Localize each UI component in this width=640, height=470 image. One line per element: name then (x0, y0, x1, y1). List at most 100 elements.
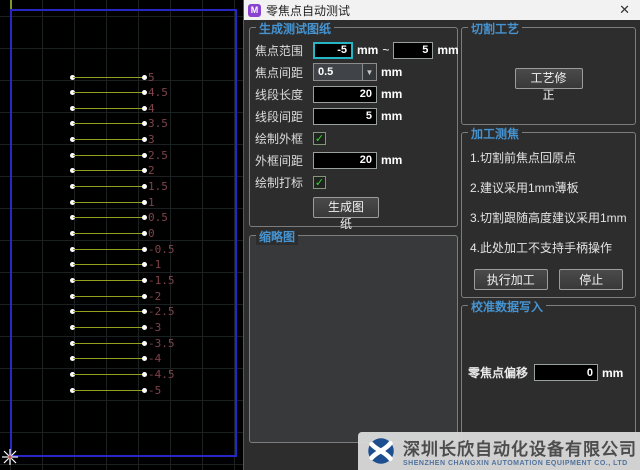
focus-note-4: 4.此处加工不支持手柄操作 (470, 239, 627, 256)
process-fix-button[interactable]: 工艺修正 (515, 68, 583, 89)
dialog-body: 生成测试图纸 焦点范围 mm ~ mm 焦点间距 0.5 ▼ (244, 20, 640, 470)
unit-mm: mm (381, 153, 402, 167)
test-line-label: -2 (148, 290, 161, 303)
company-logo-icon (364, 434, 398, 468)
group-title: 切割工艺 (468, 20, 522, 37)
group-title: 加工测焦 (468, 125, 522, 142)
test-line-label: -4.5 (148, 368, 175, 381)
draw-frame-checkbox[interactable]: ✓ (313, 132, 326, 145)
test-line-label: -3 (148, 321, 161, 334)
test-line-segment (73, 249, 144, 250)
group-title: 校准数据写入 (468, 298, 546, 315)
test-line-label: 3 (148, 133, 155, 146)
test-line-label: -3.5 (148, 337, 175, 350)
test-line-label: 0.5 (148, 211, 168, 224)
draw-mark-label: 绘制打标 (255, 174, 313, 191)
zero-focus-dialog: M 零焦点自动测试 ✕ 生成测试图纸 焦点范围 mm ~ mm (243, 0, 640, 470)
focus-range-row: 焦点范围 mm ~ mm (255, 41, 452, 59)
draw-frame-label: 绘制外框 (255, 130, 313, 147)
line-endpoint-dot (142, 341, 147, 346)
zero-focus-offset-label: 零焦点偏移 (468, 364, 528, 381)
dialog-titlebar[interactable]: M 零焦点自动测试 ✕ (244, 0, 640, 20)
company-watermark: 深圳长欣自动化设备有限公司 SHENZHEN CHANGXIN AUTOMATI… (358, 432, 640, 470)
line-endpoint-dot (142, 294, 147, 299)
unit-mm: mm (437, 43, 458, 57)
test-line-label: 2 (148, 164, 155, 177)
test-line-segment (73, 311, 144, 312)
test-line-segment (73, 77, 144, 78)
focus-max-input[interactable] (393, 42, 433, 59)
screen: 54.543.532.521.510.50-0.5-1-1.5-2-2.5-3-… (0, 0, 640, 470)
segment-length-input[interactable] (313, 86, 377, 103)
line-endpoint-dot (142, 231, 147, 236)
test-line-label: -1.5 (148, 274, 175, 287)
range-tilde: ~ (382, 43, 389, 57)
focus-note-3: 3.切割跟随高度建议采用1mm (470, 209, 627, 226)
close-icon[interactable]: ✕ (617, 2, 632, 18)
line-endpoint-dot (142, 388, 147, 393)
draw-mark-row: 绘制打标 ✓ (255, 173, 452, 191)
origin-marker (1, 448, 19, 466)
test-line-segment (73, 343, 144, 344)
line-endpoint-dot (142, 153, 147, 158)
draw-mark-checkbox[interactable]: ✓ (313, 176, 326, 189)
test-line-label: 3.5 (148, 117, 168, 130)
unit-mm: mm (381, 65, 402, 79)
group-title: 生成测试图纸 (256, 20, 334, 37)
focus-step-dropdown[interactable]: 0.5 ▼ (313, 63, 377, 81)
sheet-edge-mark (10, 0, 12, 9)
test-line-label: -1 (148, 258, 161, 271)
test-line-label: 4.5 (148, 86, 168, 99)
group-title: 缩略图 (256, 228, 298, 245)
frame-gap-row: 外框间距 mm (255, 151, 452, 169)
segment-gap-label: 线段间距 (255, 108, 313, 125)
test-line-label: 4 (148, 102, 155, 115)
test-line-segment (73, 186, 144, 187)
test-line-segment (73, 123, 144, 124)
test-line-segment (73, 92, 144, 93)
focus-range-label: 焦点范围 (255, 42, 313, 59)
group-focus-measure: 加工测焦 1.切割前焦点回原点 2.建议采用1mm薄板 3.切割跟随高度建议采用… (461, 132, 636, 298)
test-line-segment (73, 358, 144, 359)
test-line-segment (73, 233, 144, 234)
line-endpoint-dot (142, 325, 147, 330)
line-endpoint-dot (142, 75, 147, 80)
frame-gap-input[interactable] (313, 152, 377, 169)
test-line-label: 1 (148, 196, 155, 209)
test-line-segment (73, 202, 144, 203)
focus-step-row: 焦点间距 0.5 ▼ mm (255, 63, 452, 81)
test-line-segment (73, 170, 144, 171)
group-generate-test-drawing: 生成测试图纸 焦点范围 mm ~ mm 焦点间距 0.5 ▼ (249, 27, 458, 227)
cad-canvas[interactable]: 54.543.532.521.510.50-0.5-1-1.5-2-2.5-3-… (0, 0, 243, 470)
test-line-label: 5 (148, 71, 155, 84)
test-line-segment (73, 296, 144, 297)
test-line-label: -2.5 (148, 305, 175, 318)
stop-button[interactable]: 停止 (559, 269, 623, 290)
group-thumbnail: 缩略图 (249, 235, 458, 443)
group-cutting-process: 切割工艺 工艺修正 (461, 27, 636, 125)
test-line-segment (73, 155, 144, 156)
line-endpoint-dot (142, 247, 147, 252)
run-processing-button[interactable]: 执行加工 (474, 269, 548, 290)
app-icon: M (248, 4, 261, 17)
focus-note-2: 2.建议采用1mm薄板 (470, 179, 627, 196)
focus-min-input[interactable] (313, 42, 353, 59)
test-line-segment (73, 390, 144, 391)
chevron-down-icon[interactable]: ▼ (362, 64, 376, 80)
company-name-en: SHENZHEN CHANGXIN AUTOMATION EQUIPMENT C… (403, 460, 637, 467)
segment-gap-row: 线段间距 mm (255, 107, 452, 125)
segment-length-row: 线段长度 mm (255, 85, 452, 103)
segment-length-label: 线段长度 (255, 86, 313, 103)
test-line-label: 1.5 (148, 180, 168, 193)
test-line-segment (73, 374, 144, 375)
test-line-segment (73, 264, 144, 265)
focus-step-value: 0.5 (314, 66, 362, 78)
segment-gap-input[interactable] (313, 108, 377, 125)
test-line-label: 2.5 (148, 149, 168, 162)
zero-focus-offset-input[interactable] (534, 364, 598, 381)
focus-notes: 1.切割前焦点回原点 2.建议采用1mm薄板 3.切割跟随高度建议采用1mm 4… (462, 133, 635, 256)
test-line-segment (73, 108, 144, 109)
unit-mm: mm (381, 109, 402, 123)
generate-drawing-button[interactable]: 生成图纸 (313, 197, 379, 218)
line-endpoint-dot (142, 278, 147, 283)
